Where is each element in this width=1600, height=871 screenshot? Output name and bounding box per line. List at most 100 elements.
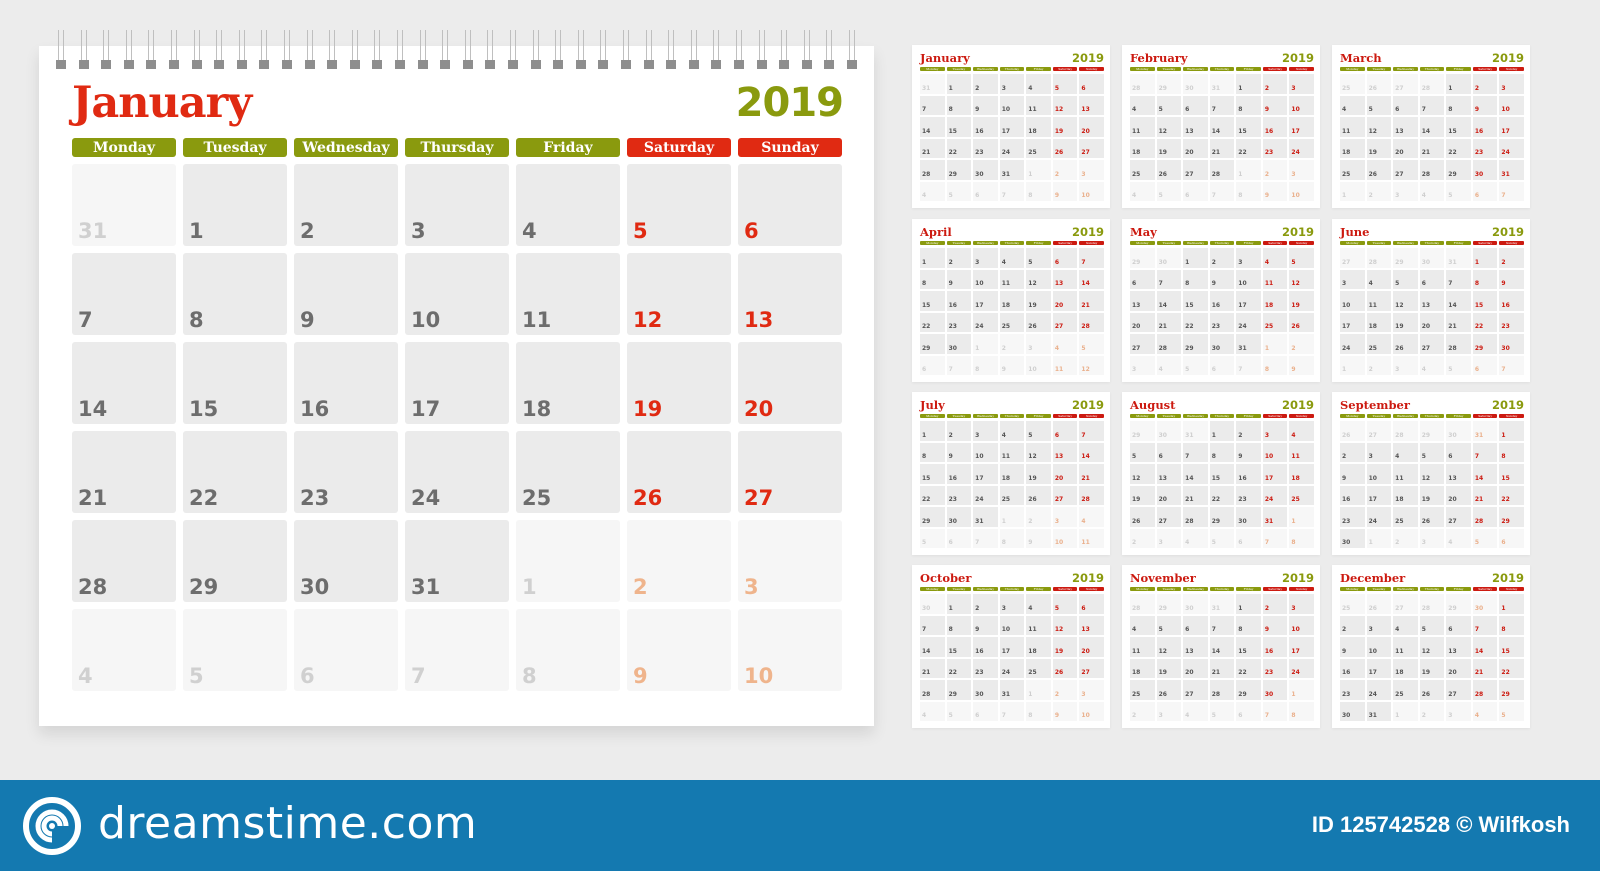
mini-weekday-label: Saturday <box>1262 414 1288 418</box>
mini-day-number: 21 <box>922 149 931 156</box>
mini-day-cell: 16 <box>1499 291 1524 311</box>
mini-calendar-april[interactable]: April 2019 Monday Tuesday Wednesday Thursday F… <box>912 219 1110 382</box>
day-cell[interactable]: 2 <box>627 520 731 602</box>
mini-day-number: 18 <box>1342 149 1351 156</box>
day-cell[interactable]: 25 <box>516 431 620 513</box>
mini-day-number: 8 <box>922 280 927 287</box>
day-cell[interactable]: 31 <box>72 164 176 246</box>
mini-day-cell: 17 <box>1289 637 1314 657</box>
day-number: 17 <box>411 397 441 421</box>
day-cell[interactable]: 1 <box>183 164 287 246</box>
mini-day-number: 15 <box>922 301 931 309</box>
mini-day-number: 31 <box>1211 84 1221 92</box>
mini-day-cell: 10 <box>1499 95 1524 115</box>
mini-day-cell: 26 <box>1366 160 1392 180</box>
mini-calendar-june[interactable]: June 2019 Monday Tuesday Wednesday Thursday Fr… <box>1332 219 1530 382</box>
day-cell[interactable]: 27 <box>738 431 842 513</box>
day-cell[interactable]: 7 <box>72 253 176 335</box>
mini-calendar-december[interactable]: December 2019 Monday Tuesday Wednesday Thursd… <box>1332 565 1530 728</box>
day-cell[interactable]: 7 <box>405 609 509 691</box>
mini-calendar-may[interactable]: May 2019 Monday Tuesday Wednesday Thursday Fri… <box>1122 219 1320 382</box>
day-cell[interactable]: 24 <box>405 431 509 513</box>
mini-day-number: 30 <box>1342 712 1351 719</box>
mini-day-number: 2 <box>1132 539 1137 546</box>
day-cell[interactable]: 6 <box>294 609 398 691</box>
day-cell[interactable]: 12 <box>627 253 731 335</box>
day-cell[interactable]: 6 <box>738 164 842 246</box>
mini-calendar-november[interactable]: November 2019 Monday Tuesday Wednesday Thursd… <box>1122 565 1320 728</box>
day-cell[interactable]: 18 <box>516 342 620 424</box>
mini-weekday-label: Sunday <box>1079 241 1104 245</box>
mini-calendar-july[interactable]: July 2019 Monday Tuesday Wednesday Thursday Fr… <box>912 392 1110 555</box>
mini-calendar-february[interactable]: February 2019 Monday Tuesday Wednesday Thursd… <box>1122 45 1320 208</box>
day-cell[interactable]: 20 <box>738 342 842 424</box>
mini-day-number: 12 <box>1421 647 1431 655</box>
day-number: 2 <box>633 575 648 599</box>
day-cell[interactable]: 22 <box>183 431 287 513</box>
mini-day-cell: 12 <box>1289 269 1314 289</box>
mini-day-number: 5 <box>1291 258 1296 266</box>
day-cell[interactable]: 23 <box>294 431 398 513</box>
day-cell[interactable]: 8 <box>516 609 620 691</box>
day-cell[interactable]: 11 <box>516 253 620 335</box>
day-cell[interactable]: 15 <box>183 342 287 424</box>
day-cell[interactable]: 3 <box>405 164 509 246</box>
mini-day-cell: 26 <box>1289 312 1314 332</box>
mini-day-cell: 6 <box>1446 615 1471 635</box>
mini-day-cell: 29 <box>1446 160 1471 180</box>
day-cell[interactable]: 5 <box>627 164 731 246</box>
day-cell[interactable]: 8 <box>183 253 287 335</box>
day-cell[interactable]: 30 <box>294 520 398 602</box>
mini-calendar-august[interactable]: August 2019 Monday Tuesday Wednesday Thursday… <box>1122 392 1320 555</box>
mini-calendar-september[interactable]: September 2019 Monday Tuesday Wednesday Thurs… <box>1332 392 1530 555</box>
mini-day-cell: 24 <box>1289 138 1314 158</box>
mini-weekday-label: Thursday <box>999 587 1025 591</box>
day-cell[interactable]: 29 <box>183 520 287 602</box>
mini-day-cell: 1 <box>1183 248 1208 268</box>
day-cell[interactable]: 1 <box>516 520 620 602</box>
mini-day-cell: 7 <box>1419 95 1445 115</box>
day-number: 1 <box>189 219 204 243</box>
spiral-ring <box>169 30 179 72</box>
mini-day-cell: 22 <box>1236 658 1261 678</box>
day-cell[interactable]: 19 <box>627 342 731 424</box>
day-cell[interactable]: 5 <box>183 609 287 691</box>
day-cell[interactable]: 31 <box>405 520 509 602</box>
mini-day-number: 28 <box>1211 170 1221 178</box>
mini-day-cell: 28 <box>1472 507 1498 527</box>
day-cell[interactable]: 4 <box>516 164 620 246</box>
mini-day-cell: 11 <box>1366 291 1392 311</box>
brand-name[interactable]: dreamstime.com <box>98 796 477 852</box>
mini-day-number: 5 <box>1054 604 1060 612</box>
day-cell[interactable]: 2 <box>294 164 398 246</box>
mini-day-cell: 19 <box>1052 117 1078 137</box>
day-cell[interactable]: 9 <box>627 609 731 691</box>
mini-day-cell: 31 <box>999 680 1025 700</box>
day-cell[interactable]: 17 <box>405 342 509 424</box>
day-cell[interactable]: 16 <box>294 342 398 424</box>
day-cell[interactable]: 3 <box>738 520 842 602</box>
day-cell[interactable]: 28 <box>72 520 176 602</box>
day-number: 9 <box>633 664 648 688</box>
mini-day-number: 31 <box>1501 170 1510 178</box>
day-cell[interactable]: 10 <box>405 253 509 335</box>
day-cell[interactable]: 10 <box>738 609 842 691</box>
mini-day-number: 5 <box>1158 626 1163 633</box>
mini-day-number: 24 <box>1368 690 1377 698</box>
mini-calendar-october[interactable]: October 2019 Monday Tuesday Wednesday Thursda… <box>912 565 1110 728</box>
mini-calendar-march[interactable]: March 2019 Monday Tuesday Wednesday Thursday F… <box>1332 45 1530 208</box>
mini-day-cell: 12 <box>1156 117 1182 137</box>
mini-day-number: 27 <box>1448 517 1457 525</box>
mini-day-cell: 23 <box>1262 138 1288 158</box>
day-cell[interactable]: 13 <box>738 253 842 335</box>
day-cell[interactable]: 4 <box>72 609 176 691</box>
day-number: 12 <box>633 308 663 332</box>
day-cell[interactable]: 21 <box>72 431 176 513</box>
mini-day-number: 2 <box>1395 539 1400 546</box>
day-cell[interactable]: 14 <box>72 342 176 424</box>
mini-calendar-january[interactable]: January 2019 Monday Tuesday Wednesday Thursda… <box>912 45 1110 208</box>
mini-day-cell: 4 <box>1393 442 1418 462</box>
day-cell[interactable]: 26 <box>627 431 731 513</box>
mini-day-cell: 29 <box>1393 248 1418 268</box>
day-cell[interactable]: 9 <box>294 253 398 335</box>
